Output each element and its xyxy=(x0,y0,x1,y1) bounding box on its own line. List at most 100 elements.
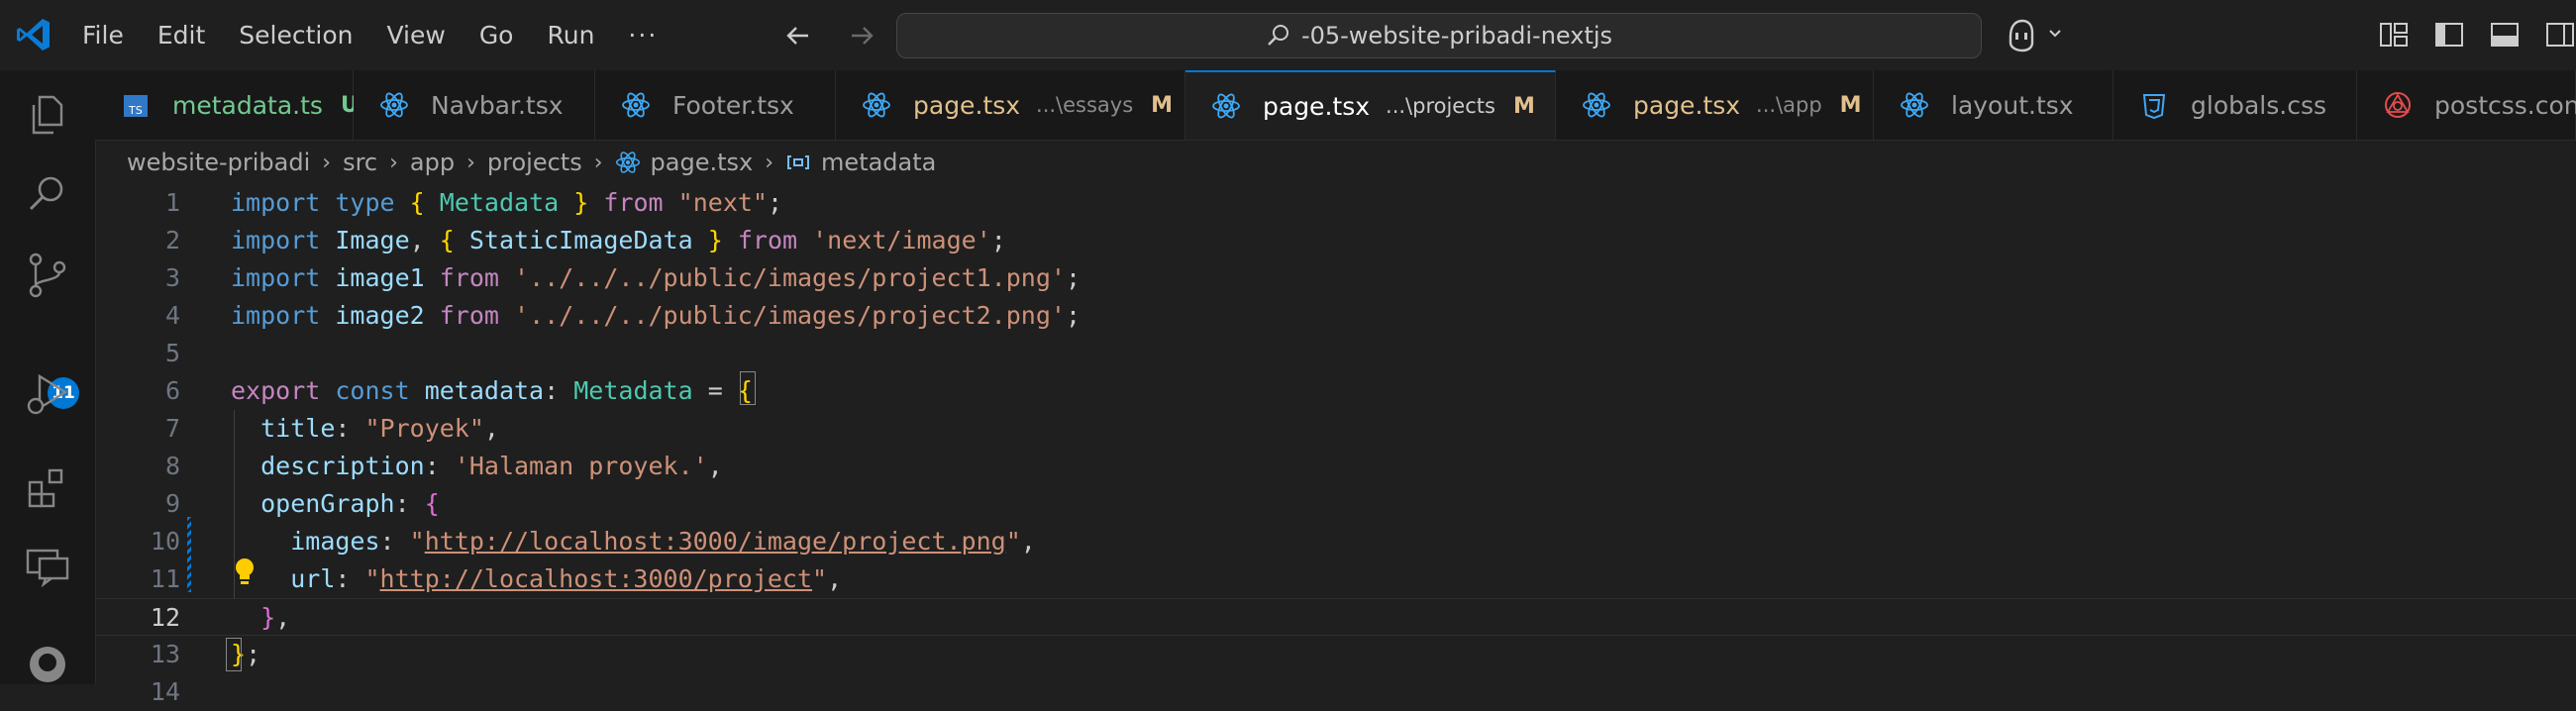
run-debug-icon[interactable] xyxy=(22,368,73,420)
git-change-marker xyxy=(187,517,191,592)
code-token: http://localhost:3000/project xyxy=(379,564,813,593)
breadcrumb-item[interactable]: src xyxy=(343,149,377,176)
tab-layout-tsx[interactable]: layout.tsx xyxy=(1874,70,2113,140)
code-line[interactable]: 7 title: "Proyek", xyxy=(95,410,2576,448)
code-token: : xyxy=(335,564,365,593)
tab-label: page.tsx xyxy=(1263,91,1371,121)
code-text: openGraph: { xyxy=(231,485,440,523)
tab-navbar-tsx[interactable]: Navbar.tsx xyxy=(354,70,595,140)
menu-go[interactable]: Go xyxy=(479,21,514,50)
code-text: }, xyxy=(231,599,290,637)
menu-more[interactable]: ··· xyxy=(628,21,658,50)
menu-run[interactable]: Run xyxy=(547,21,594,50)
github-icon[interactable] xyxy=(22,639,73,690)
react-icon xyxy=(615,152,640,173)
breadcrumb-item[interactable]: app xyxy=(410,149,455,176)
chevron-right-icon: › xyxy=(389,150,398,175)
code-line[interactable]: 5 xyxy=(95,335,2576,372)
react-icon xyxy=(1212,93,1240,119)
code-token: } xyxy=(573,188,589,217)
code-token: from xyxy=(439,301,499,330)
vscode-logo-icon xyxy=(17,19,50,51)
line-number: 5 xyxy=(164,339,180,367)
code-line[interactable]: 14 xyxy=(95,673,2576,711)
code-line[interactable]: 10 images: "http://localhost:3000/image/… xyxy=(95,523,2576,560)
line-number: 9 xyxy=(164,489,180,518)
tab-postcss-config[interactable]: postcss.config. xyxy=(2357,70,2576,140)
line-number: 7 xyxy=(164,414,180,443)
tab-page-app[interactable]: page.tsx ...\app M xyxy=(1556,70,1874,140)
copilot-icon[interactable] xyxy=(2003,15,2072,54)
menu-edit[interactable]: Edit xyxy=(157,21,205,50)
code-token: : xyxy=(394,489,425,518)
code-line[interactable]: 11 url: "http://localhost:3000/project", xyxy=(95,560,2576,598)
code-line[interactable]: 13}; xyxy=(95,636,2576,673)
bracket-match-highlight xyxy=(740,371,756,405)
bracket-match-highlight xyxy=(226,638,242,671)
code-line[interactable]: 8 description: 'Halaman proyek.', xyxy=(95,448,2576,485)
remote-explorer-icon[interactable] xyxy=(22,541,73,592)
menu-bar: File Edit Selection View Go Run ··· xyxy=(82,0,691,70)
line-number: 14 xyxy=(150,677,180,706)
tab-page-essays[interactable]: page.tsx ...\essays M xyxy=(836,70,1185,140)
code-token: image1 xyxy=(335,263,425,292)
code-token: http://localhost:3000/image/project.png xyxy=(424,527,1006,556)
extensions-icon[interactable] xyxy=(22,462,73,514)
back-arrow-icon[interactable] xyxy=(780,18,816,53)
tab-metadata-ts[interactable]: TS metadata.ts U xyxy=(95,70,359,140)
source-control-icon[interactable] xyxy=(22,250,73,301)
breadcrumb-item[interactable]: website-pribadi xyxy=(127,149,310,176)
react-icon xyxy=(380,92,408,118)
chevron-right-icon: › xyxy=(765,150,774,175)
code-line[interactable]: 6 export const metadata: Metadata = { xyxy=(95,372,2576,410)
symbol-variable-icon xyxy=(787,155,810,169)
forward-arrow-icon[interactable] xyxy=(844,18,879,53)
lightbulb-icon[interactable] xyxy=(231,556,258,587)
code-editor[interactable]: 1 import type { Metadata } from "next"; 2 i… xyxy=(95,182,2576,706)
explorer-icon[interactable] xyxy=(22,89,73,141)
menu-file[interactable]: File xyxy=(82,21,124,50)
toggle-secondary-sidebar-icon[interactable] xyxy=(2543,18,2576,51)
menu-selection[interactable]: Selection xyxy=(239,21,353,50)
code-token: { xyxy=(409,188,425,217)
menu-view[interactable]: View xyxy=(386,21,445,50)
tab-globals-css[interactable]: globals.css xyxy=(2113,70,2357,140)
toggle-panel-icon[interactable] xyxy=(2488,18,2522,51)
code-line[interactable]: 3 import image1 from '../../../public/ima… xyxy=(95,259,2576,297)
code-line[interactable]: 12 }, xyxy=(95,598,2576,636)
tab-label: postcss.config. xyxy=(2434,90,2576,120)
code-token: } xyxy=(707,226,723,254)
code-token: : xyxy=(335,414,365,443)
code-token: Metadata xyxy=(439,188,560,217)
code-token: ; xyxy=(1065,263,1081,292)
tab-footer-tsx[interactable]: Footer.tsx xyxy=(595,70,836,140)
tab-label: metadata.ts xyxy=(172,90,323,120)
code-token: ; xyxy=(767,188,783,217)
code-text: export const metadata: Metadata = { xyxy=(231,372,753,410)
code-text: import type { Metadata } from "next"; xyxy=(231,184,782,222)
code-token: import xyxy=(231,263,321,292)
breadcrumb-item[interactable]: page.tsx xyxy=(651,149,754,176)
code-token: Metadata xyxy=(573,376,693,405)
code-line[interactable]: 4 import image2 from '../../../public/ima… xyxy=(95,297,2576,335)
tab-label: layout.tsx xyxy=(1951,90,2074,120)
code-token: , xyxy=(409,226,440,254)
tab-description: ...\projects xyxy=(1386,94,1495,118)
tab-page-projects[interactable]: page.tsx ...\projects M xyxy=(1185,70,1556,140)
code-line[interactable]: 2 import Image, { StaticImageData } from … xyxy=(95,222,2576,259)
command-center-search[interactable]: -05-website-pribadi-nextjs xyxy=(896,13,1982,58)
customize-layout-icon[interactable] xyxy=(2377,18,2411,51)
breadcrumb-item[interactable]: projects xyxy=(487,149,582,176)
line-number: 11 xyxy=(150,564,180,593)
code-line[interactable]: 9 openGraph: { xyxy=(95,485,2576,523)
code-line[interactable]: 1 import type { Metadata } from "next"; xyxy=(95,184,2576,222)
search-icon[interactable] xyxy=(22,168,73,220)
code-token: " xyxy=(812,564,828,593)
breadcrumb-item[interactable]: metadata xyxy=(821,149,936,176)
toggle-primary-sidebar-icon[interactable] xyxy=(2432,18,2466,51)
